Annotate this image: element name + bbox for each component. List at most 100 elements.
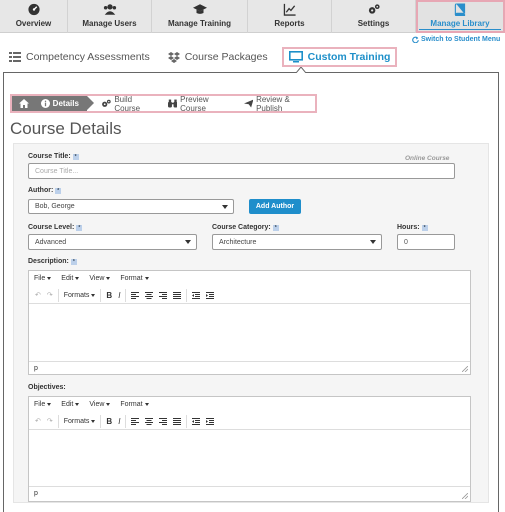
nav-overview[interactable]: Overview xyxy=(0,0,68,33)
label-text: Hours: xyxy=(397,224,420,231)
redo-icon[interactable]: ↷ xyxy=(44,289,56,302)
menu-view[interactable]: View xyxy=(89,401,111,408)
breadcrumb-review-publish[interactable]: Review & Publish xyxy=(234,95,315,113)
align-right-icon[interactable] xyxy=(156,415,170,428)
required-icon: * xyxy=(55,187,62,194)
send-icon xyxy=(243,99,254,108)
align-center-icon[interactable] xyxy=(142,415,156,428)
breadcrumb-build-course[interactable]: Build Course xyxy=(87,95,158,113)
breadcrumb-label: Details xyxy=(52,99,79,108)
tab-competency-assessments[interactable]: Competency Assessments xyxy=(9,47,150,67)
nav-settings[interactable]: Settings xyxy=(332,0,416,33)
course-level-select[interactable]: Advanced xyxy=(28,234,197,250)
menu-label: Edit xyxy=(61,401,74,408)
required-icon: * xyxy=(76,224,83,231)
required-icon: * xyxy=(421,224,428,231)
label-text: Author: xyxy=(28,187,54,194)
course-title-label: Course Title: * xyxy=(28,153,79,160)
undo-icon[interactable]: ↶ xyxy=(32,289,44,302)
menu-label: Format xyxy=(120,275,143,282)
menu-file[interactable]: File xyxy=(34,401,52,408)
toolbar-separator xyxy=(125,288,127,302)
add-author-button[interactable]: Add Author xyxy=(249,199,301,214)
align-left-icon[interactable] xyxy=(128,415,142,428)
menu-edit[interactable]: Edit xyxy=(61,275,80,282)
chevron-down-icon xyxy=(91,293,96,297)
nav-manage-training[interactable]: Manage Training xyxy=(152,0,248,33)
undo-icon[interactable]: ↶ xyxy=(32,415,44,428)
resize-handle-icon[interactable] xyxy=(462,366,468,372)
outdent-icon[interactable] xyxy=(189,289,203,302)
label-text: Course Level: xyxy=(28,224,75,231)
chevron-down-icon xyxy=(144,277,149,280)
menu-label: Edit xyxy=(61,275,74,282)
align-center-icon[interactable] xyxy=(142,289,156,302)
italic-icon[interactable]: I xyxy=(115,289,123,302)
editor-statusbar: p xyxy=(29,361,470,374)
label-text: Course Title: xyxy=(28,153,71,160)
gears-icon xyxy=(102,99,111,107)
breadcrumb-preview-course[interactable]: Preview Course xyxy=(158,95,234,113)
tab-custom-training[interactable]: Custom Training xyxy=(281,47,398,67)
formats-dropdown[interactable]: Formats xyxy=(61,289,99,302)
chevron-down-icon xyxy=(106,277,111,280)
graduation-cap-icon xyxy=(192,4,207,14)
toolbar-separator xyxy=(57,288,59,302)
menu-format[interactable]: Format xyxy=(120,275,149,282)
description-editor[interactable]: File Edit View Format ↶ ↷ Formats B I p xyxy=(28,270,471,375)
nav-label: Settings xyxy=(357,19,390,28)
course-category-label: Course Category: * xyxy=(212,224,279,231)
align-justify-icon[interactable] xyxy=(170,415,184,428)
author-select[interactable]: Bob, George xyxy=(28,199,234,214)
formats-label: Formats xyxy=(63,291,90,299)
menu-format[interactable]: Format xyxy=(120,401,149,408)
bold-icon[interactable]: B xyxy=(103,289,115,302)
italic-icon[interactable]: I xyxy=(115,415,123,428)
dropdown-caret-icon xyxy=(222,204,228,209)
menu-edit[interactable]: Edit xyxy=(61,401,80,408)
nav-manage-users[interactable]: Manage Users xyxy=(68,0,152,33)
indent-icon[interactable] xyxy=(203,289,217,302)
course-category-select[interactable]: Architecture xyxy=(212,234,382,250)
objectives-label: Objectives: xyxy=(28,384,66,391)
tab-pointer xyxy=(296,67,306,73)
editor-statusbar: p xyxy=(29,486,470,499)
objectives-editor[interactable]: File Edit View Format ↶ ↷ Formats B I p xyxy=(28,396,471,502)
align-left-icon[interactable] xyxy=(128,289,142,302)
hours-input[interactable]: 0 xyxy=(397,234,455,250)
align-right-icon[interactable] xyxy=(156,289,170,302)
menu-view[interactable]: View xyxy=(89,275,111,282)
switch-to-student-link[interactable]: Switch to Student Menu xyxy=(412,36,500,43)
line-chart-icon xyxy=(283,3,296,16)
nav-reports[interactable]: Reports xyxy=(248,0,332,33)
indent-icon[interactable] xyxy=(203,415,217,428)
breadcrumb-home[interactable] xyxy=(12,96,37,111)
binoculars-icon xyxy=(167,99,178,108)
nav-manage-library[interactable]: Manage Library xyxy=(416,0,505,33)
page-title: Course Details xyxy=(10,119,122,138)
toolbar-separator xyxy=(186,414,188,428)
outdent-icon[interactable] xyxy=(189,415,203,428)
description-label: Description: * xyxy=(28,258,77,265)
course-title-input[interactable]: Course Title... xyxy=(28,163,455,179)
toolbar-separator xyxy=(100,288,102,302)
resize-handle-icon[interactable] xyxy=(462,493,468,499)
required-icon: * xyxy=(70,258,77,265)
menu-label: File xyxy=(34,401,46,408)
redo-icon[interactable]: ↷ xyxy=(44,415,56,428)
editor-menubar: File Edit View Format xyxy=(29,397,470,412)
switch-link-label: Switch to Student Menu xyxy=(421,36,501,43)
tab-course-packages[interactable]: Course Packages xyxy=(167,47,268,67)
dropdown-caret-icon xyxy=(185,240,191,244)
nav-label: Overview xyxy=(15,19,52,28)
chevron-down-icon xyxy=(91,419,96,423)
monitor-icon xyxy=(288,51,303,63)
align-justify-icon[interactable] xyxy=(170,289,184,302)
formats-dropdown[interactable]: Formats xyxy=(61,415,99,428)
breadcrumb-details[interactable]: Details xyxy=(36,96,95,111)
bold-icon[interactable]: B xyxy=(103,415,115,428)
menu-file[interactable]: File xyxy=(34,275,52,282)
nav-label: Reports xyxy=(274,19,305,28)
chevron-down-icon xyxy=(106,403,111,406)
chevron-down-icon xyxy=(144,403,149,406)
